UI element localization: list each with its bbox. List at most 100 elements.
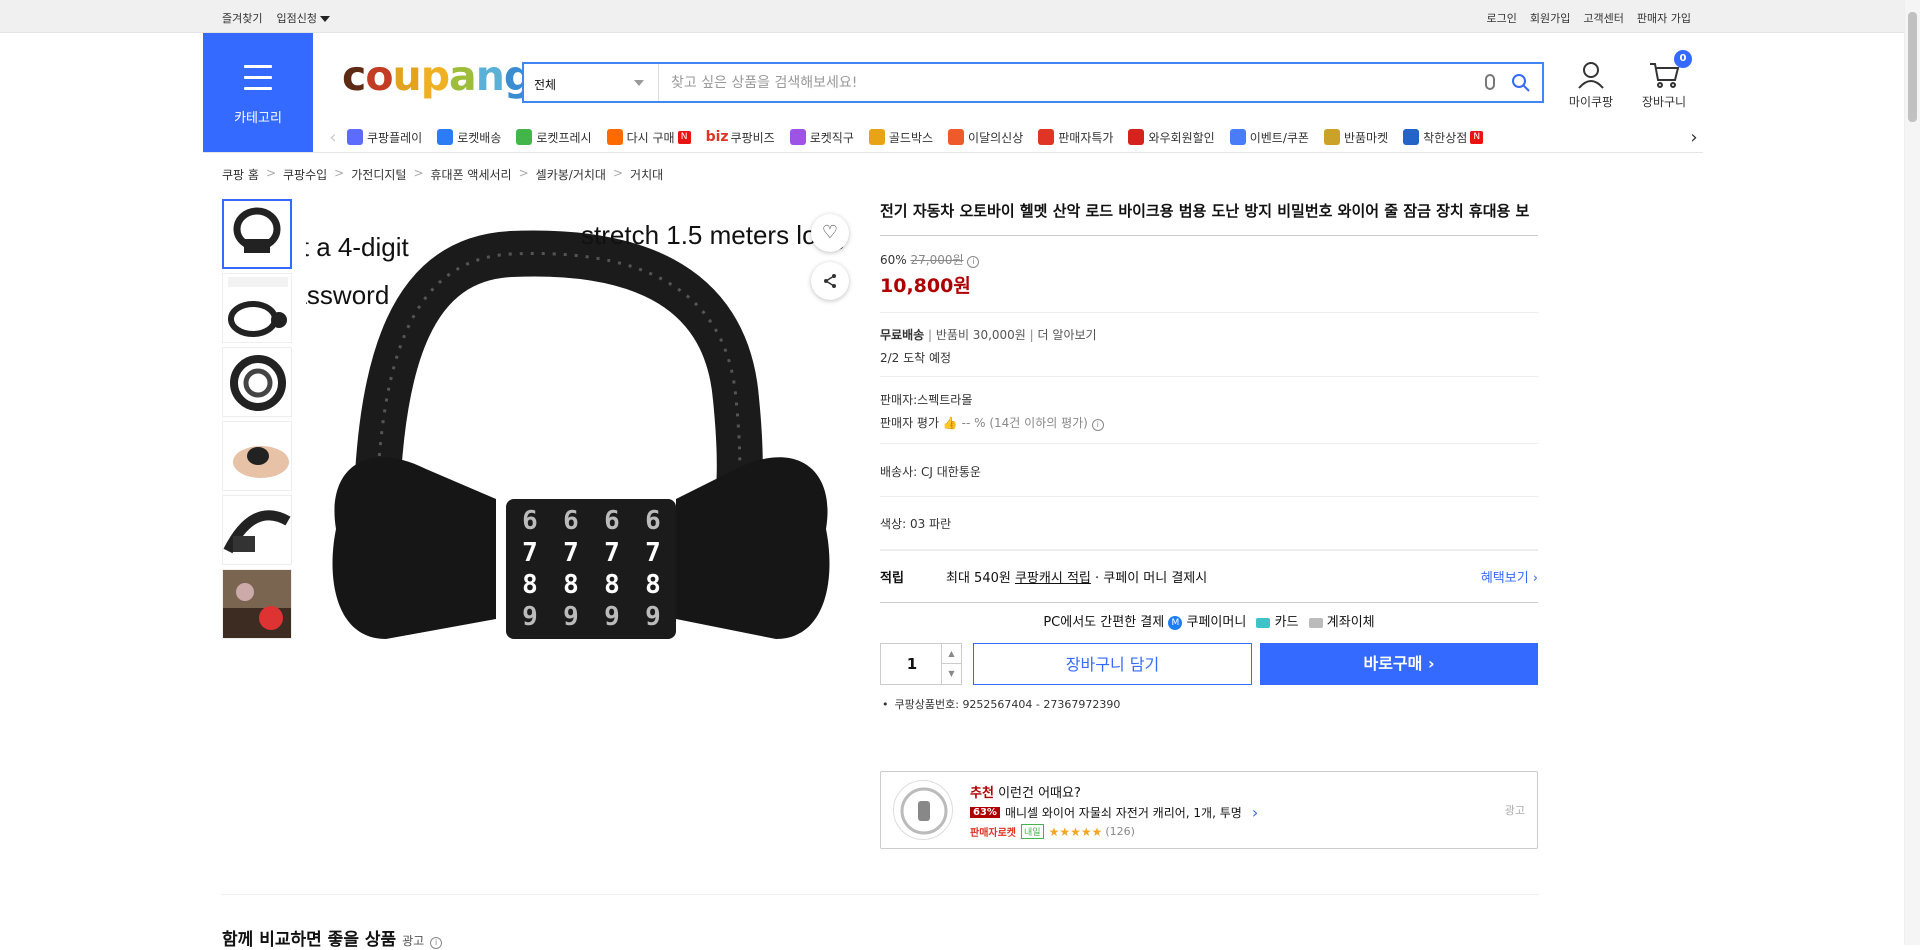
seller-rocket-badge: 판매자로켓 (970, 828, 1016, 839)
seller-apply-link[interactable]: 입점신청 (276, 10, 330, 26)
image-text-top: stretch 1.5 meters long (581, 220, 845, 250)
rewards-label: 적립 (880, 571, 904, 586)
signup-link[interactable]: 회원가입 (1530, 10, 1570, 26)
nav-icon (868, 129, 885, 145)
nav-item[interactable]: 와우회원할인 (1128, 129, 1215, 146)
coupay-icon: M (1168, 615, 1183, 630)
thumbnail-3[interactable] (222, 347, 292, 417)
breadcrumb-item[interactable]: 휴대폰 액세서리 (431, 166, 512, 183)
nav-item-label: 이벤트/쿠폰 (1249, 130, 1309, 145)
microphone-icon[interactable] (1485, 74, 1495, 90)
nav-item[interactable]: 쿠팡플레이 (347, 129, 422, 146)
buy-now-button[interactable]: 바로구매 › (1260, 643, 1538, 685)
bookmark-link[interactable]: 즐겨찾기 (222, 10, 262, 26)
ad-label: 광고 (1504, 804, 1525, 817)
logo-letter: a (449, 52, 477, 100)
mypage-button[interactable]: 마이쿠팡 (1563, 60, 1619, 110)
benefits-link[interactable]: 혜택보기 › (1481, 567, 1538, 586)
nav-item-label: 반품마켓 (1343, 130, 1389, 145)
rewards-max: 최대 540원 (946, 571, 1011, 586)
product-number-label: 쿠팡상품번호: (894, 698, 959, 711)
coupang-logo[interactable]: coupang (342, 52, 533, 100)
search-input[interactable] (660, 64, 1480, 101)
seller-signup-link[interactable]: 판매자 가입 (1637, 10, 1691, 26)
cart-button[interactable]: 장바구니 0 (1636, 50, 1692, 110)
info-icon[interactable]: i (967, 256, 980, 268)
courier-section: 배송사: CJ 대한통운 (880, 444, 1538, 497)
quantity-down-icon[interactable]: ▼ (941, 664, 961, 684)
nav-item-label: 쿠팡비즈 (730, 130, 775, 145)
nav-item-label: 로켓직구 (809, 130, 854, 145)
thumbnail-2[interactable] (222, 273, 292, 343)
nav-next-arrow-icon[interactable]: › (1684, 127, 1704, 148)
nav-item[interactable]: 이달의신상 (948, 129, 1023, 146)
nav-prev-arrow-icon[interactable]: ‹ (323, 127, 343, 148)
breadcrumb-item[interactable]: 가전디지털 (351, 166, 406, 183)
product-info: 전기 자동차 오토바이 헬멧 산악 로드 바이크용 범용 도난 방지 비밀번호 … (880, 199, 1538, 712)
purchase-row: 1 ▲ ▼ 장바구니 담기 바로구매 › (880, 643, 1538, 693)
nav-item-label: 골드박스 (888, 130, 934, 145)
recommendation-card[interactable]: 추천 이런건 어때요? 63% 매니셀 와이어 자물쇠 자전거 캐리어, 1개,… (880, 771, 1538, 849)
nav-item[interactable]: 착한상점 N (1403, 129, 1484, 146)
recommendation-discount: 63% (970, 807, 1000, 818)
nav-item-label: 이달의신상 (968, 130, 1024, 145)
breadcrumb-item[interactable]: 거치대 (630, 166, 663, 183)
nav-item[interactable]: 로켓배송 (437, 129, 501, 146)
lock-digit: 9 (604, 602, 620, 632)
lock-digit: 7 (522, 538, 538, 568)
nav-item[interactable]: 판매자특가 (1038, 129, 1113, 146)
nav-icon (1229, 129, 1246, 145)
lock-digit: 7 (604, 538, 620, 568)
breadcrumb-item[interactable]: 쿠팡 홈 (222, 166, 259, 183)
product-number: • 쿠팡상품번호: 9252567404 - 27367972390 (882, 698, 1121, 711)
thumbnail-5[interactable] (222, 495, 292, 565)
compare-info-icon[interactable]: i (430, 937, 443, 949)
nav-item[interactable]: 다시 구매 N (606, 129, 691, 146)
nav-item[interactable]: 로켓프레시 (516, 129, 592, 146)
favorite-button[interactable]: ♡ (811, 214, 849, 252)
biz-logo: biz (705, 129, 729, 145)
nav-item[interactable]: 반품마켓 (1323, 129, 1389, 146)
color-option-value[interactable]: 03 파란 (910, 517, 951, 531)
user-icon (1578, 62, 1604, 89)
color-option-label: 색상: (880, 517, 907, 531)
learn-more-link[interactable]: 더 알아보기 (1038, 328, 1097, 342)
category-button[interactable]: 카테고리 (203, 33, 313, 153)
chevron-right-icon: › (1427, 654, 1435, 673)
share-button[interactable] (811, 262, 849, 300)
nav-item[interactable]: 이벤트/쿠폰 (1229, 129, 1309, 146)
search-category-select[interactable]: 전체 (524, 64, 659, 101)
add-to-cart-button[interactable]: 장바구니 담기 (973, 643, 1252, 685)
quantity-input[interactable]: 1 (881, 644, 943, 684)
nav-item[interactable]: biz 쿠팡비즈 (706, 129, 775, 146)
breadcrumb: 쿠팡 홈 > 쿠팡수입 > 가전디지털 > 휴대폰 액세서리 > 셀카봉/거치대 > 거치대 (222, 166, 663, 183)
nav-icon (606, 129, 623, 145)
thumbnail-1[interactable] (222, 199, 292, 269)
chevron-right-icon[interactable]: › (1252, 803, 1258, 822)
seller-rating-label: 판매자 평가 (880, 416, 940, 430)
scrollbar-thumb[interactable] (1908, 12, 1917, 122)
thumbnail-6[interactable] (222, 569, 292, 639)
courier-label: 배송사: (880, 465, 918, 479)
compare-ad-label: 광고 (402, 934, 425, 948)
customer-center-link[interactable]: 고객센터 (1583, 10, 1623, 26)
page-scrollbar[interactable] (1904, 0, 1920, 945)
thumbnail-4[interactable] (222, 421, 292, 491)
lock-digit: 6 (604, 506, 620, 536)
seller-info-icon[interactable]: i (1091, 419, 1104, 431)
breadcrumb-item[interactable]: 쿠팡수입 (283, 166, 327, 183)
nav-item[interactable]: 골드박스 (868, 129, 934, 146)
breadcrumb-item[interactable]: 셀카봉/거치대 (536, 166, 606, 183)
nav-item[interactable]: 로켓직구 (789, 129, 854, 146)
breadcrumb-separator-icon: > (413, 166, 424, 180)
color-option-section: 색상: 03 파란 (880, 497, 1538, 550)
search-icon[interactable] (1511, 73, 1531, 96)
login-link[interactable]: 로그인 (1487, 10, 1517, 26)
seller-name[interactable]: 판매자:스펙트라몰 (880, 391, 1538, 408)
breadcrumb-separator-icon: > (612, 166, 624, 180)
breadcrumb-separator-icon: > (334, 166, 345, 180)
bank-transfer-icon (1308, 617, 1323, 628)
quantity-up-icon[interactable]: ▲ (941, 644, 961, 664)
breadcrumb-separator-icon: > (265, 166, 276, 180)
cable-lock-image: 6666777788889999 Set a 4-digit password … (270, 220, 845, 639)
